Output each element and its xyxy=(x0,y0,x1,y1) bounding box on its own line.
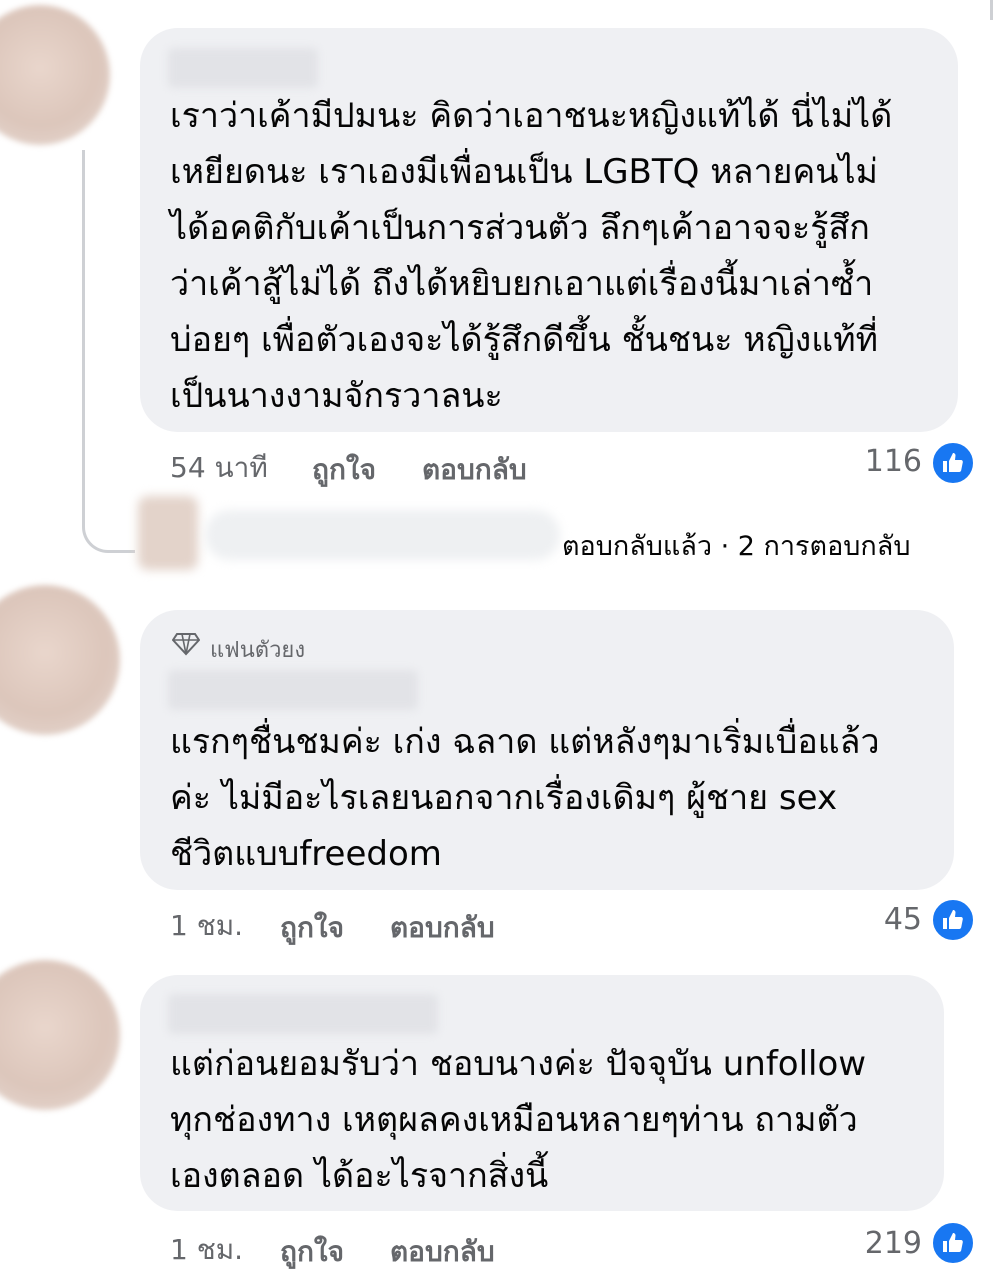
like-button[interactable]: ถูกใจ xyxy=(280,906,344,950)
avatar[interactable] xyxy=(0,585,120,735)
reply-summary[interactable]: ตอบกลับแล้ว · 2 การตอบกลับ xyxy=(562,524,910,567)
reply-avatar xyxy=(138,496,198,570)
like-button[interactable]: ถูกใจ xyxy=(280,1230,344,1274)
comment-time[interactable]: 1 ชม. xyxy=(170,1228,243,1272)
comment-time[interactable]: 1 ชม. xyxy=(170,904,243,948)
comment-author[interactable] xyxy=(168,994,438,1034)
comment-author[interactable] xyxy=(168,48,318,88)
top-divider xyxy=(990,0,993,20)
like-thumb-icon xyxy=(930,440,976,486)
comment-text: แต่ก่อนยอมรับว่า ชอบนางค่ะ ปัจจุบัน unfo… xyxy=(170,1044,867,1196)
thread-connector xyxy=(82,150,135,553)
like-thumb-icon xyxy=(930,897,976,943)
reply-button[interactable]: ตอบกลับ xyxy=(390,1230,495,1274)
like-thumb-icon xyxy=(930,1220,976,1266)
comment-time[interactable]: 54 นาที xyxy=(170,446,268,490)
reply-button[interactable]: ตอบกลับ xyxy=(422,448,527,492)
diamond-icon xyxy=(171,632,201,660)
reply-button[interactable]: ตอบกลับ xyxy=(390,906,495,950)
reaction-count[interactable]: 116 xyxy=(842,444,922,479)
avatar[interactable] xyxy=(0,5,110,145)
comment-text: เราว่าเค้ามีปมนะ คิดว่าเอาชนะหญิงแท้ได้ … xyxy=(170,96,893,416)
like-button[interactable]: ถูกใจ xyxy=(312,448,376,492)
avatar[interactable] xyxy=(0,960,120,1110)
reaction-count[interactable]: 45 xyxy=(842,902,922,937)
comment-author[interactable] xyxy=(168,670,418,710)
comment-text: แรกๆชื่นชมค่ะ เก่ง ฉลาด แต่หลังๆมาเริ่มเ… xyxy=(170,722,880,874)
reply-author-preview[interactable] xyxy=(205,510,560,560)
top-fan-badge: แฟนตัวยง xyxy=(210,638,306,663)
reaction-count[interactable]: 219 xyxy=(842,1226,922,1261)
